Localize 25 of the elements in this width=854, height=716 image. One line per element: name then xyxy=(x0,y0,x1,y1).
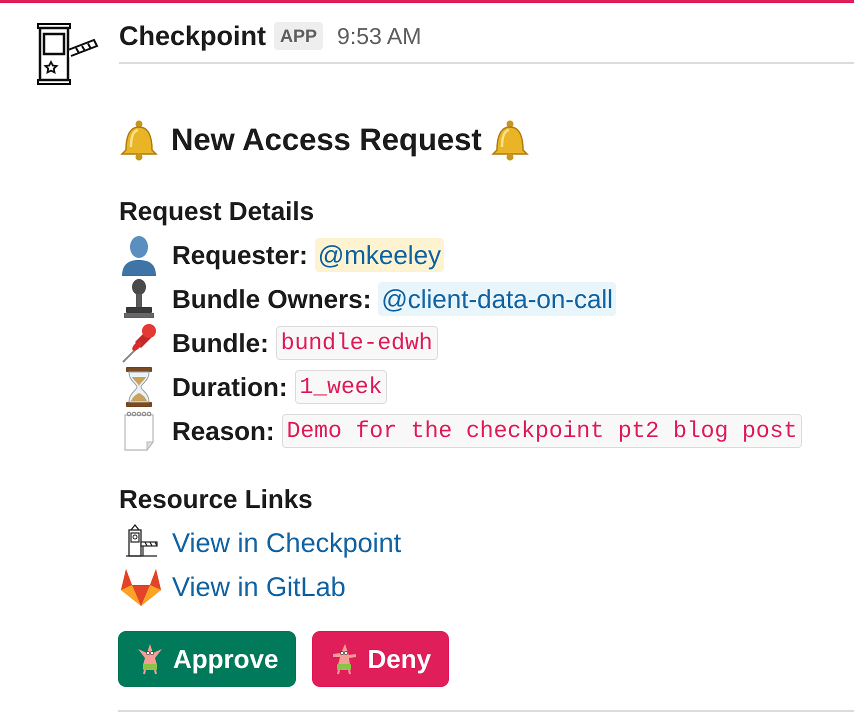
resource-link[interactable]: View in GitLab xyxy=(172,569,346,605)
group-mention[interactable]: @client-data-on-call xyxy=(378,282,616,316)
section-heading: Resource Links xyxy=(119,483,313,516)
user-mention[interactable]: @mkeeley xyxy=(314,238,444,272)
deny-button[interactable]: Deny xyxy=(312,631,450,687)
field-label: Bundle Owners: xyxy=(172,283,372,316)
bell-icon xyxy=(119,119,159,161)
starfish-icon xyxy=(137,643,163,675)
app-badge: APP xyxy=(274,22,324,50)
field-label: Duration: xyxy=(172,371,288,404)
field-label: Bundle: xyxy=(172,327,269,360)
section-heading: Request Details xyxy=(119,195,314,228)
approve-button[interactable]: Approve xyxy=(118,631,296,687)
bell-icon xyxy=(490,119,530,161)
field-label: Reason: xyxy=(172,415,275,448)
field-label: Requester: xyxy=(172,239,308,272)
code-value: bundle-edwh xyxy=(276,326,438,360)
code-value: 1_week xyxy=(294,370,388,404)
message-time[interactable]: 9:53 AM xyxy=(337,18,422,54)
resource-link[interactable]: View in Checkpoint xyxy=(172,525,402,561)
person-silhouette-icon xyxy=(119,234,159,276)
code-value: Demo for the checkpoint pt2 blog post xyxy=(282,414,802,448)
sender-name[interactable]: Checkpoint xyxy=(119,18,266,54)
starfish-icon xyxy=(331,643,358,675)
message-title: New Access Request xyxy=(171,121,482,159)
